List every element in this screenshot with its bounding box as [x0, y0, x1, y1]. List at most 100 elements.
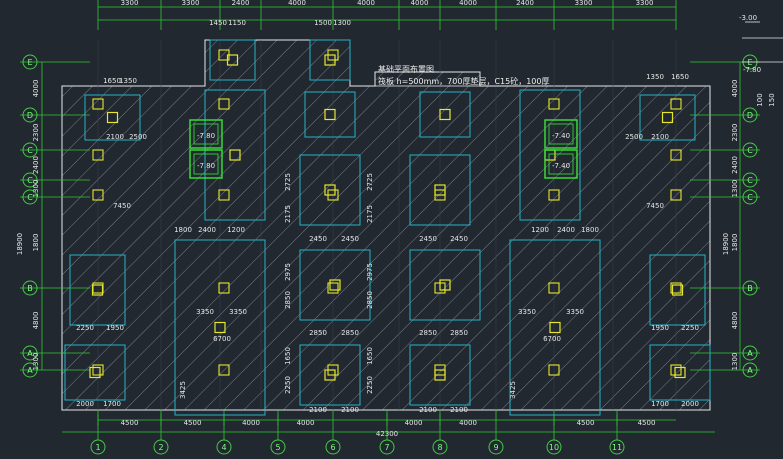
- pit-elevation-label: -7.80: [197, 162, 215, 170]
- dim-bottom-label: 4000: [405, 419, 423, 427]
- axis-label-right: C: [747, 193, 753, 202]
- dim-right-label: 2400: [731, 156, 739, 174]
- dim-bottom-label: 4500: [638, 419, 656, 427]
- note-title: 基础平面布置图: [378, 64, 434, 74]
- top-sub-dim-label: 1450: [209, 19, 227, 27]
- dim-bottom-label: 4500: [184, 419, 202, 427]
- axis-label-bottom: 1: [95, 443, 100, 452]
- axis-label-right: A: [747, 349, 753, 358]
- axis-label-bottom: 7: [384, 443, 389, 452]
- inner-dim-label: 2400: [198, 226, 216, 234]
- pit-elevation-label: -7.40: [552, 162, 570, 170]
- dim-bottom-label: 4500: [577, 419, 595, 427]
- inner-dim-label: 3350: [196, 308, 214, 316]
- inner-dim-label: 3350: [566, 308, 584, 316]
- dim-top-label: 4000: [357, 0, 375, 7]
- dim-top-label: 2400: [232, 0, 250, 7]
- dim-bottom-label: 4500: [121, 419, 139, 427]
- inner-dim-label: 1700: [651, 400, 669, 408]
- inner-dim-label-vertical: 1650: [284, 347, 292, 365]
- inner-dim-label-vertical: 3425: [179, 381, 187, 399]
- dim-left-label: 2400: [32, 156, 40, 174]
- dim-top-label: 2400: [516, 0, 534, 7]
- dim-left-label: 1800: [32, 234, 40, 252]
- axis-label-left: E: [27, 58, 32, 67]
- axis-label-bottom: 4: [221, 443, 226, 452]
- pit-elevation-label: -7.40: [552, 132, 570, 140]
- inner-dim-label: 2100: [651, 133, 669, 141]
- inner-dim-label: 2450: [419, 235, 437, 243]
- inner-dim-label-vertical: 2250: [284, 376, 292, 394]
- axis-label-right: A: [747, 366, 753, 375]
- dim-right-label: 1800: [731, 234, 739, 252]
- axis-label-bottom: 2: [158, 443, 163, 452]
- inner-dim-label: 1800: [174, 226, 192, 234]
- inner-dim-label: 2250: [681, 324, 699, 332]
- dim-top-label: 3300: [575, 0, 593, 7]
- inner-dim-label: 1700: [103, 400, 121, 408]
- inner-dim-label: 2000: [76, 400, 94, 408]
- dim-left-total: 18900: [16, 233, 24, 255]
- dim-right-label: 1300: [731, 353, 739, 371]
- dim-top-label: 4000: [411, 0, 429, 7]
- cad-drawing-canvas[interactable]: 3300 3300 2400 4000 4000 4000 4000 2400 3300 3300…: [0, 0, 783, 459]
- dim-top-label: 4000: [459, 0, 477, 7]
- axis-label-left: A: [27, 366, 33, 375]
- axis-label-bottom: 11: [612, 443, 622, 452]
- axis-label-left: B: [27, 284, 33, 293]
- dim-top-label: 3300: [121, 0, 139, 7]
- inner-dim-label: 2450: [309, 235, 327, 243]
- dim-left-label: 4000: [32, 80, 40, 98]
- top-sub-dim-label: 1150: [228, 19, 246, 27]
- inner-dim-label: 1350: [646, 73, 664, 81]
- inner-dim-label: 2000: [681, 400, 699, 408]
- inner-dim-label: 7450: [646, 202, 664, 210]
- inner-dim-label: 2500: [625, 133, 643, 141]
- axis-label-left: C: [27, 193, 33, 202]
- inner-dim-label-vertical: 2975: [284, 263, 292, 281]
- top-sub-dim-label: 1500: [314, 19, 332, 27]
- inner-dim-label: 7450: [113, 202, 131, 210]
- inner-dim-label: 2100: [450, 406, 468, 414]
- inner-dim-label: 3350: [518, 308, 536, 316]
- inner-dim-label: 1350: [119, 77, 137, 85]
- inner-dim-label: 6700: [543, 335, 561, 343]
- dim-left-label: 4800: [32, 312, 40, 330]
- dim-right-label: 4000: [731, 80, 739, 98]
- dim-bottom-label: 4000: [297, 419, 315, 427]
- inner-dim-label: 2850: [450, 329, 468, 337]
- inner-dim-label-vertical: 2175: [284, 205, 292, 223]
- dim-right-label: 1300: [731, 180, 739, 198]
- note-text: 筏板 h=500mm，700厚垫层，C15砼，100厚: [378, 76, 549, 86]
- inner-dim-label: 2500: [129, 133, 147, 141]
- legend-label: 150: [768, 93, 776, 106]
- axis-label-bottom: 8: [437, 443, 442, 452]
- inner-dim-label: 2450: [450, 235, 468, 243]
- dim-left-label: 2300: [32, 124, 40, 142]
- inner-dim-label: 1200: [227, 226, 245, 234]
- inner-dim-label: 2100: [419, 406, 437, 414]
- axis-label-bottom: 9: [493, 443, 498, 452]
- axis-label-bottom: 10: [549, 443, 559, 452]
- inner-dim-label-vertical: 2850: [366, 291, 374, 309]
- axis-label-left: C: [27, 146, 33, 155]
- inner-dim-label-vertical: 2975: [366, 263, 374, 281]
- dim-right-label: 2300: [731, 124, 739, 142]
- inner-dim-label-vertical: 2850: [284, 291, 292, 309]
- dim-right-label: 4800: [731, 312, 739, 330]
- inner-dim-label: 3350: [229, 308, 247, 316]
- axis-label-bottom: 6: [330, 443, 335, 452]
- inner-dim-label: 2450: [341, 235, 359, 243]
- foundation-plan-drawing[interactable]: 3300 3300 2400 4000 4000 4000 4000 2400 3300 3300…: [0, 0, 783, 459]
- dim-top-label: 3300: [636, 0, 654, 7]
- dim-left-label: 1300: [32, 180, 40, 198]
- legend-label: 100: [756, 93, 764, 106]
- inner-dim-label-vertical: 3425: [509, 381, 517, 399]
- inner-dim-label: 1950: [106, 324, 124, 332]
- inner-dim-label-vertical: 2250: [366, 376, 374, 394]
- inner-dim-label: 6700: [213, 335, 231, 343]
- inner-dim-label: 2100: [341, 406, 359, 414]
- dim-right-total: 18900: [722, 233, 730, 255]
- inner-dim-label: 1800: [581, 226, 599, 234]
- inner-dim-label: 1200: [531, 226, 549, 234]
